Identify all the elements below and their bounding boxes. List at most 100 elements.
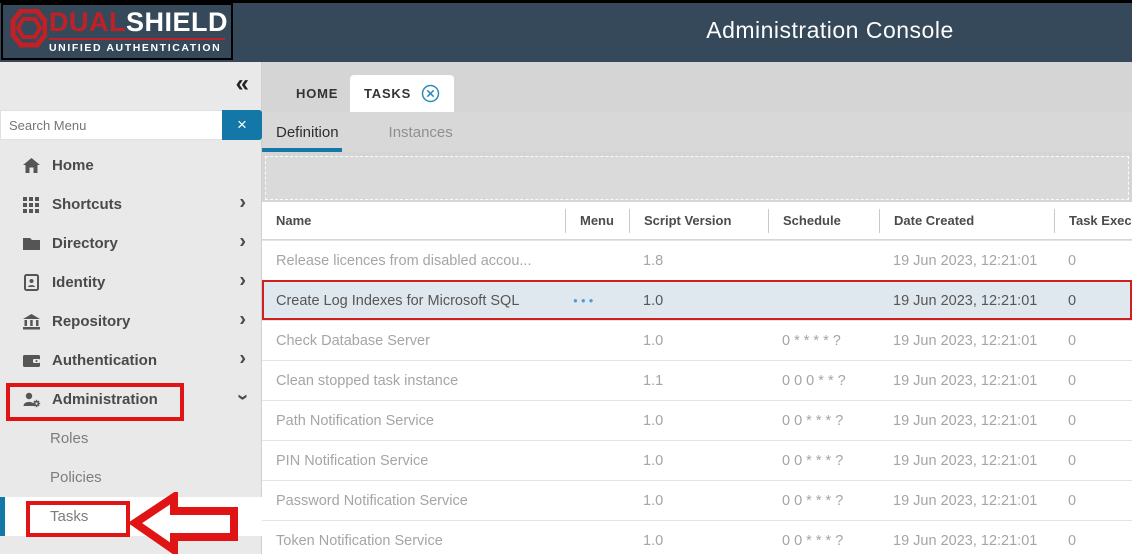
cell-name: Password Notification Service [262,493,565,509]
dualshield-hexagon-icon [9,9,47,51]
table-row-selected[interactable]: Create Log Indexes for Microsoft SQL ●●●… [262,280,1132,320]
chevron-down-icon: › [231,393,254,400]
active-subtab-underline [262,148,342,152]
column-header-name[interactable]: Name [262,213,565,228]
sidebar-nav: Home Shortcuts › Directory › Identity [0,146,262,536]
home-icon [22,157,41,174]
cell-schedule: 0 0 * * * ? [768,533,879,549]
cell-script-version: 1.0 [629,413,768,429]
cell-name: Token Notification Service [262,533,565,549]
cell-task-executions: 0 [1054,413,1132,429]
cell-name: Create Log Indexes for Microsoft SQL [262,293,565,309]
sidebar-item-label: Shortcuts [52,196,122,213]
logo-tagline: UNIFIED AUTHENTICATION [49,38,225,54]
tab-label: HOME [296,86,338,101]
directory-icon [22,235,41,252]
sidebar-item-label: Home [52,157,94,174]
sidebar: « × Home Shortcuts › Directory › [0,62,262,554]
table-header-row: Name Menu Script Version Schedule Date C… [262,202,1132,240]
cell-script-version: 1.8 [629,253,768,269]
column-header-task-executions[interactable]: Task Execut [1054,209,1132,233]
cell-task-executions: 0 [1054,373,1132,389]
sidebar-item-label: Identity [52,274,105,291]
cell-task-executions: 0 [1054,453,1132,469]
sidebar-item-shortcuts[interactable]: Shortcuts › [0,185,262,224]
chevron-right-icon: › [239,308,246,331]
sidebar-item-label: Tasks [50,508,88,525]
sidebar-search-row: × [0,110,262,140]
tab-tasks[interactable]: TASKS [350,75,454,112]
sidebar-collapse-icon[interactable]: « [236,72,249,96]
table-row[interactable]: Token Notification Service 1.0 0 0 * * *… [262,520,1132,554]
cell-schedule: 0 0 * * * ? [768,493,879,509]
sidebar-item-administration[interactable]: Administration › [0,380,262,419]
table-toolbar [265,156,1129,200]
row-menu-dots-icon[interactable]: ●●● [565,296,629,305]
cell-schedule: 0 * * * * ? [768,333,879,349]
column-header-script-version[interactable]: Script Version [629,209,768,233]
chevron-right-icon: › [239,269,246,292]
cell-date-created: 19 Jun 2023, 12:21:01 [879,253,1054,269]
sidebar-item-directory[interactable]: Directory › [0,224,262,263]
cell-script-version: 1.1 [629,373,768,389]
sidebar-item-tasks[interactable]: Tasks [0,497,262,536]
cell-task-executions: 0 [1054,333,1132,349]
column-header-menu[interactable]: Menu [565,209,629,233]
table-row[interactable]: Path Notification Service 1.0 0 0 * * * … [262,400,1132,440]
tasks-table: Name Menu Script Version Schedule Date C… [262,202,1132,554]
page-title: Administration Console [560,17,1100,44]
search-clear-button[interactable]: × [222,110,262,140]
repository-icon [22,313,41,330]
authentication-icon [22,352,41,369]
cell-script-version: 1.0 [629,333,768,349]
app-header: DUALSHIELD UNIFIED AUTHENTICATION Admini… [0,0,1132,62]
cell-task-executions: 0 [1054,493,1132,509]
sidebar-item-roles[interactable]: Roles [0,419,262,458]
cell-name: Release licences from disabled accou... [262,253,565,269]
table-row[interactable]: Check Database Server 1.0 0 * * * * ? 19… [262,320,1132,360]
sidebar-item-label: Roles [50,430,88,447]
chevron-right-icon: › [239,347,246,370]
cell-date-created: 19 Jun 2023, 12:21:01 [879,373,1054,389]
cell-date-created: 19 Jun 2023, 12:21:01 [879,533,1054,549]
sidebar-item-authentication[interactable]: Authentication › [0,341,262,380]
cell-date-created: 19 Jun 2023, 12:21:01 [879,333,1054,349]
tab-instances[interactable]: Instances [375,124,467,141]
sidebar-item-label: Repository [52,313,130,330]
cell-date-created: 19 Jun 2023, 12:21:01 [879,293,1054,309]
tab-definition[interactable]: Definition [262,124,353,141]
cell-script-version: 1.0 [629,293,768,309]
sidebar-item-label: Directory [52,235,118,252]
sidebar-item-repository[interactable]: Repository › [0,302,262,341]
dualshield-logo: DUALSHIELD UNIFIED AUTHENTICATION [1,3,233,60]
column-header-date-created[interactable]: Date Created [879,209,1054,233]
chevron-right-icon: › [239,230,246,253]
table-row[interactable]: PIN Notification Service 1.0 0 0 * * * ?… [262,440,1132,480]
tab-home[interactable]: HOME [282,75,352,112]
cell-task-executions: 0 [1054,253,1132,269]
sidebar-item-label: Administration [52,391,158,408]
administration-console-window: DUALSHIELD UNIFIED AUTHENTICATION Admini… [0,0,1132,554]
sidebar-item-home[interactable]: Home [0,146,262,185]
sidebar-item-label: Policies [50,469,102,486]
column-header-schedule[interactable]: Schedule [768,209,879,233]
cell-date-created: 19 Jun 2023, 12:21:01 [879,413,1054,429]
cell-schedule: 0 0 * * * ? [768,413,879,429]
cell-name: Clean stopped task instance [262,373,565,389]
cell-schedule: 0 0 * * * ? [768,453,879,469]
sidebar-item-policies[interactable]: Policies [0,458,262,497]
cell-date-created: 19 Jun 2023, 12:21:01 [879,493,1054,509]
search-input[interactable] [0,110,222,140]
sidebar-item-label: Authentication [52,352,157,369]
table-row[interactable]: Password Notification Service 1.0 0 0 * … [262,480,1132,520]
table-row[interactable]: Release licences from disabled accou... … [262,240,1132,280]
tab-label: TASKS [364,86,411,101]
logo-wordmark: DUALSHIELD [49,7,225,37]
tab-close-icon[interactable] [421,84,440,103]
cell-script-version: 1.0 [629,453,768,469]
table-row[interactable]: Clean stopped task instance 1.1 0 0 0 * … [262,360,1132,400]
main-content: HOME TASKS Definition Instances Name Men… [262,62,1132,554]
subtab-bar: Definition Instances [262,112,1132,152]
chevron-right-icon: › [239,191,246,214]
sidebar-item-identity[interactable]: Identity › [0,263,262,302]
